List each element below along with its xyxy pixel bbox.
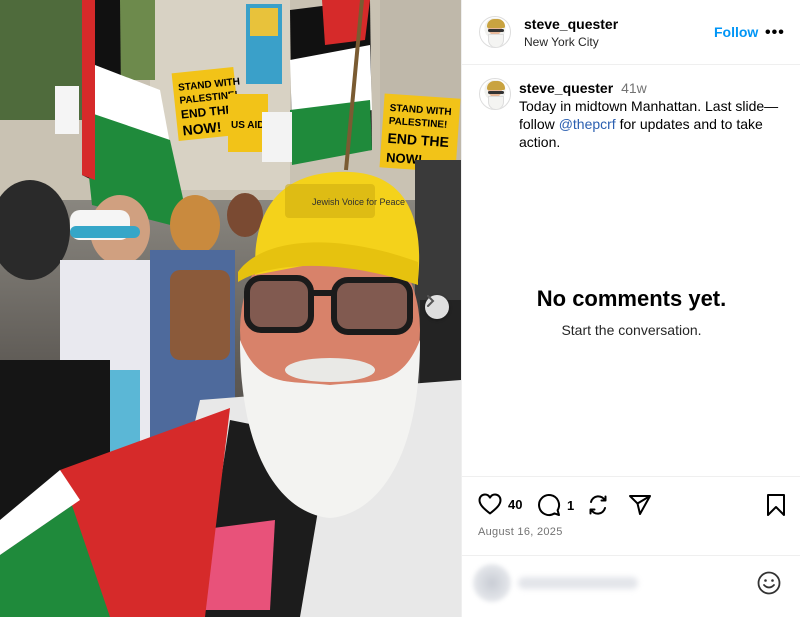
mention-link[interactable]: @thepcrf [559,116,616,132]
post-location[interactable]: New York City [524,35,599,49]
share-icon [629,495,651,515]
post-age[interactable]: 41w [621,80,647,96]
current-user-avatar [473,564,511,602]
comment-icon [538,494,561,516]
svg-text:Jewish Voice for Peace: Jewish Voice for Peace [312,197,405,207]
like-button[interactable]: 40 [478,493,522,515]
protest-photo-illustration: STAND WITH PALESTINE! END THE NOW! US AI… [0,0,461,617]
like-count[interactable]: 40 [508,497,522,512]
flag-right [290,0,372,171]
caption-username[interactable]: steve_quester [519,80,613,96]
caption-avatar[interactable] [479,78,511,110]
author-username[interactable]: steve_quester [524,16,618,32]
post-detail-panel: steve_quester New York City Follow ••• s… [461,0,800,617]
more-options-button[interactable]: ••• [765,24,785,42]
repost-icon [589,495,607,515]
emoji-icon [757,571,781,595]
svg-text:US AID: US AID [231,120,265,131]
post-photo[interactable]: STAND WITH PALESTINE! END THE NOW! US AI… [0,0,461,617]
post-date[interactable]: August 16, 2025 [478,526,563,538]
post-caption: steve_quester 41w Today in midtown Manha… [519,79,794,151]
heart-icon [478,493,502,515]
repost-button[interactable] [586,493,610,517]
action-bar: 40 1 August 16, 2025 [462,476,800,617]
no-comments-title: No comments yet. [536,286,727,311]
no-comments-subtitle: Start the conversation. [561,322,702,338]
post-header: steve_quester New York City Follow ••• [462,0,800,65]
avatar[interactable] [479,16,511,48]
next-slide-button[interactable] [425,295,449,319]
emoji-button[interactable] [756,570,782,601]
share-button[interactable] [628,493,652,517]
comment-count[interactable]: 1 [567,498,574,513]
more-icon: ••• [765,24,785,41]
save-button[interactable] [766,493,786,517]
comment-button[interactable]: 1 [537,493,574,517]
bookmark-icon [767,494,785,516]
follow-button[interactable]: Follow [714,24,758,40]
add-comment-area[interactable] [462,555,800,617]
comment-input-placeholder[interactable] [518,577,638,589]
chevron-right-icon [427,295,435,307]
